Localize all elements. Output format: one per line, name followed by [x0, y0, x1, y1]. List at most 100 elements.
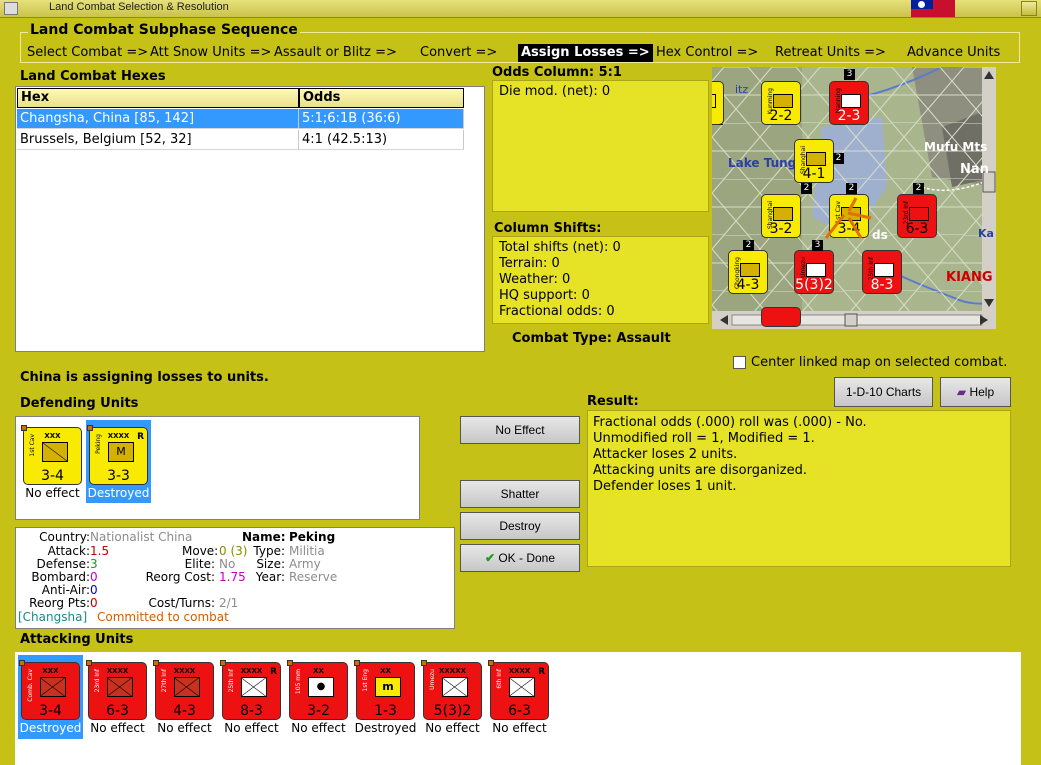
stack-count: 2: [801, 183, 812, 194]
size-label: Size:: [256, 557, 285, 571]
attacker-unit-card[interactable]: XX 105 mm ● 3-2: [287, 660, 348, 720]
step-retreat-units: Retreat Units =>: [775, 45, 886, 60]
stack-count: 3: [844, 69, 855, 80]
result-line: Attacker loses 2 units.: [593, 447, 738, 462]
elite-label: Elite:: [184, 557, 215, 571]
attacker-result: No effect: [492, 721, 547, 735]
cost-turns-value: 2/1: [219, 596, 239, 610]
map-unit[interactable]: Umezu 5(3)2: [794, 250, 834, 294]
elite-value: No: [219, 557, 236, 571]
defense-value: 3: [90, 557, 98, 571]
size-value: Army: [289, 557, 321, 571]
attacker-unit-card[interactable]: XXXX R 25th Inf 8-3: [220, 660, 281, 720]
map-label-kiang: KIANG: [946, 270, 993, 285]
attacker-result: No effect: [291, 721, 346, 735]
bombard-label: Bombard:: [31, 570, 90, 584]
attacker-unit-card[interactable]: XXXXX Umezu 5(3)2: [421, 660, 482, 720]
center-map-checkbox[interactable]: [733, 356, 746, 369]
attack-arrows-icon: [824, 197, 872, 239]
table-row[interactable]: Brussels, Belgium [52, 32] 4:1 (42.5:13): [17, 130, 464, 151]
move-label: Move:: [182, 544, 219, 558]
step-advance-units: Advance Units: [907, 45, 1001, 60]
map-label-itz: itz: [735, 83, 749, 96]
attack-label: Attack:: [47, 544, 90, 558]
die-mod-text: Die mod. (net): 0: [499, 84, 611, 99]
window-title: Land Combat Selection & Resolution: [49, 1, 229, 13]
map-unit[interactable]: 23rd Inf 6-3: [897, 194, 937, 238]
unit-info-panel: Country: Nationalist China Attack: 1.5 D…: [15, 527, 455, 629]
bombard-value: 0: [90, 570, 98, 584]
stack-count: 2: [913, 183, 924, 194]
move-value: 0 (3): [219, 544, 248, 558]
nationalist-china-flag-icon: [911, 0, 955, 17]
year-label: Year:: [255, 570, 285, 584]
odds-column-panel: Die mod. (net): 0: [492, 80, 709, 212]
result-panel: Fractional odds (.000) roll was (.000) -…: [587, 410, 1011, 567]
close-window-button[interactable]: [1021, 1, 1037, 16]
step-select-combat: Select Combat =>: [27, 45, 149, 60]
reorg-pts-label: Reorg Pts:: [29, 596, 90, 610]
combat-hexes-grid: Hex Odds Changsha, China [85, 142] 5:1;6…: [15, 86, 485, 352]
stack-count: 2: [743, 240, 754, 251]
defender-result: No effect: [25, 486, 80, 500]
defender-unit-card[interactable]: XXX 1st Cav 3-4: [21, 425, 82, 485]
shift-weather: Weather: 0: [499, 272, 571, 287]
ok-done-button[interactable]: ✔ OK - Done: [460, 544, 580, 572]
attacker-unit-card[interactable]: XXXX R 6th Inf 6-3: [488, 660, 549, 720]
country-value: Nationalist China: [90, 530, 193, 544]
result-line: Unmodified roll = 1, Modified = 1.: [593, 431, 815, 446]
map-unit[interactable]: Shanghai 3-2: [761, 194, 801, 238]
help-button[interactable]: ▰ Help: [940, 377, 1011, 407]
map-unit[interactable]: Shanghai 4-1: [794, 139, 834, 183]
defender-unit-card[interactable]: XXXX R Peking M 3-3: [87, 425, 148, 485]
step-assault-or-blitz: Assault or Blitz =>: [274, 45, 397, 60]
cost-turns-label: Cost/Turns:: [148, 596, 215, 610]
result-line: Attacking units are disorganized.: [593, 463, 807, 478]
name-value: Peking: [289, 530, 336, 544]
map-unit[interactable]: 25th Inf 8-3: [862, 250, 902, 294]
attacker-result: No effect: [157, 721, 212, 735]
year-value: Reserve: [289, 570, 338, 584]
result-title: Result:: [587, 394, 639, 409]
step-convert: Convert =>: [420, 45, 498, 60]
shift-total: Total shifts (net): 0: [499, 240, 621, 255]
destroy-button[interactable]: Destroy: [460, 512, 580, 540]
column-header-odds[interactable]: Odds: [299, 88, 464, 108]
attacker-result: No effect: [90, 721, 145, 735]
name-label: Name:: [242, 530, 286, 544]
stack-count: 2: [833, 153, 844, 164]
attacker-unit-card[interactable]: XXXX 27th Inf 4-3: [153, 660, 214, 720]
defending-units-panel: XXX 1st Cav 3-4 No effect XXXX R Peking …: [15, 416, 420, 520]
linked-map[interactable]: Lake Tung Mufu Mts Nan KIANG Ka itz -1 d…: [712, 67, 996, 329]
reorg-cost-label: Reorg Cost:: [145, 570, 215, 584]
map-unit[interactable]: [712, 81, 724, 125]
table-row[interactable]: Changsha, China [85, 142] 5:1;6:1B (36:6…: [17, 109, 464, 130]
map-unit[interactable]: [761, 307, 801, 327]
attacking-units-panel: XXX Comb. Cav 3-4 Destroyed XXXX 23rd Inf 6-3 N…: [15, 652, 1021, 765]
attacker-unit-card[interactable]: XXX Comb. Cav 3-4: [19, 660, 80, 720]
title-bar: Land Combat Selection & Resolution: [0, 0, 1041, 18]
attacker-unit-card[interactable]: XX 1st Eng m 1-3: [354, 660, 415, 720]
map-unit[interactable]: Nanning 2-3: [829, 81, 869, 125]
odds-cell: 4:1 (42.5:13): [299, 130, 464, 150]
column-header-hex[interactable]: Hex: [17, 88, 299, 108]
map-label-nan: Nan: [960, 162, 989, 177]
attacker-result: Destroyed: [18, 721, 83, 735]
location-value: [Changsha]: [18, 610, 88, 624]
combat-hexes-title: Land Combat Hexes: [20, 69, 166, 84]
step-hex-control: Hex Control =>: [656, 45, 759, 60]
attack-value: 1.5: [90, 544, 110, 558]
checkmark-icon: ✔: [484, 551, 495, 565]
map-unit[interactable]: Chongking 4-3: [728, 250, 768, 294]
attacker-unit-card[interactable]: XXXX 23rd Inf 6-3: [86, 660, 147, 720]
map-unit[interactable]: Kunming 2-2: [761, 81, 801, 125]
no-effect-button[interactable]: No Effect: [460, 416, 580, 444]
shatter-button[interactable]: Shatter: [460, 480, 580, 508]
charts-button[interactable]: 1-D-10 Charts: [834, 377, 933, 407]
result-line: Fractional odds (.000) roll was (.000) -…: [593, 415, 867, 430]
type-label: Type:: [253, 544, 285, 558]
shift-fractional-odds: Fractional odds: 0: [499, 304, 615, 319]
center-map-label: Center linked map on selected combat.: [751, 355, 1008, 370]
attacking-units-title: Attacking Units: [20, 632, 134, 647]
reorg-pts-value: 0: [90, 596, 98, 610]
